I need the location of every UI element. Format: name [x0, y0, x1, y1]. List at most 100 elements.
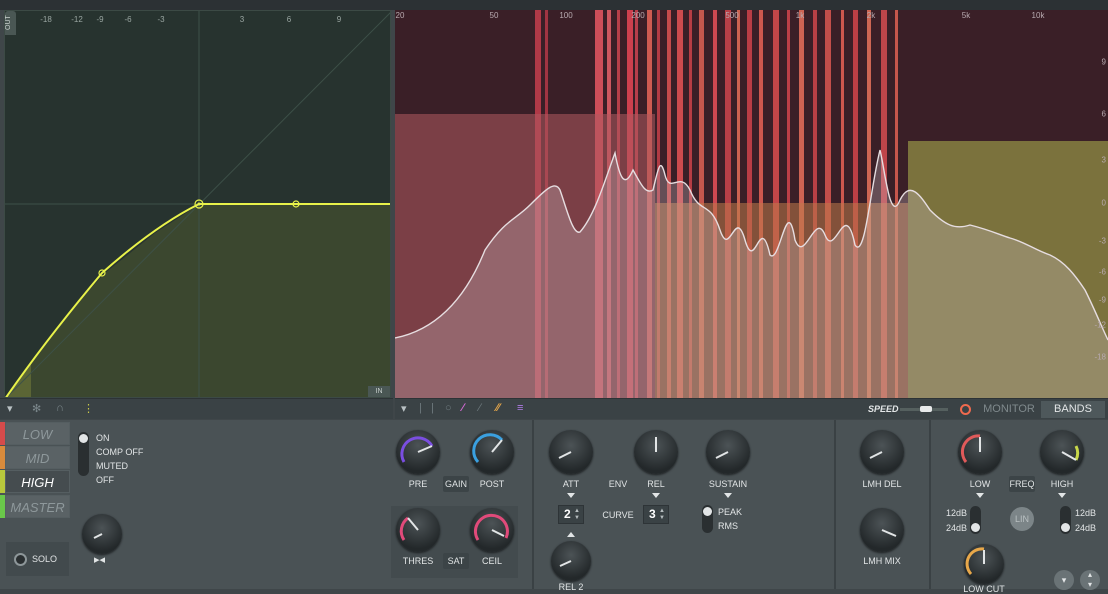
solo-label: SOLO: [32, 554, 58, 564]
speed-slider-thumb[interactable]: [920, 406, 932, 412]
thres-label: THRES: [402, 556, 434, 566]
thres-knob[interactable]: [396, 508, 440, 552]
rel-knob[interactable]: [634, 430, 678, 474]
freq-button[interactable]: FREQ: [1009, 476, 1035, 492]
curve-top-tick: 9: [336, 15, 342, 24]
bands-button[interactable]: BANDS: [1041, 401, 1105, 418]
peak-rms-switch[interactable]: [702, 505, 713, 533]
collapse-down-icon[interactable]: ▾: [1054, 570, 1074, 590]
slope-low-icon[interactable]: ∕: [462, 402, 464, 414]
crossover-low-knob[interactable]: [958, 430, 1002, 474]
band-mix-knob[interactable]: [82, 514, 122, 554]
in-tag: IN: [368, 386, 390, 397]
db-tick-right: 0: [1101, 198, 1106, 208]
crossover-high-dropdown-icon[interactable]: [1058, 493, 1066, 498]
spinner-arrows-icon[interactable]: ▲ ▼: [574, 508, 580, 522]
db-tick-right: -12: [1094, 320, 1106, 330]
band-high-button[interactable]: HIGH: [5, 470, 70, 493]
circle-icon[interactable]: ○: [445, 402, 452, 414]
att-knob[interactable]: [549, 430, 593, 474]
high-slope-12[interactable]: 12dB: [1075, 508, 1096, 518]
sustain-dropdown-icon[interactable]: [724, 493, 732, 498]
solo-area: SOLO: [6, 542, 69, 576]
low-cut-knob[interactable]: [964, 544, 1004, 584]
post-knob[interactable]: [470, 430, 514, 474]
curve-top-tick: -9: [96, 15, 104, 24]
lmh-mix-label: LMH MIX: [863, 556, 901, 566]
low-slope-12[interactable]: 12dB: [946, 508, 967, 518]
db-tick-right: 6: [1101, 109, 1106, 119]
curve-label: CURVE: [602, 510, 634, 520]
rel-curve-spinner[interactable]: 3 ▲ ▼: [643, 505, 669, 524]
band-master-button[interactable]: MASTER: [5, 495, 70, 518]
rel2-knob[interactable]: [551, 541, 591, 581]
high-slope-24[interactable]: 24dB: [1075, 523, 1096, 533]
mode-on[interactable]: ON: [96, 433, 110, 443]
freq-tick: 10k: [1031, 11, 1045, 20]
mode-muted[interactable]: MUTED: [96, 461, 128, 471]
snowflake-icon[interactable]: ✻: [32, 402, 41, 415]
att-dropdown-icon[interactable]: [567, 493, 575, 498]
magnet-icon[interactable]: ∩: [56, 402, 64, 414]
freq-tick: 5k: [961, 11, 971, 20]
divider-icon: |: [419, 402, 422, 414]
freq-tick: 500: [725, 11, 739, 20]
low-slope-switch[interactable]: [970, 506, 981, 534]
ceil-knob[interactable]: [470, 508, 514, 552]
env-label: ENV: [608, 479, 628, 489]
menu-arrow-icon[interactable]: ▾: [401, 402, 407, 415]
crossover-low-dropdown-icon[interactable]: [976, 493, 984, 498]
band-mid-button[interactable]: MID: [5, 446, 70, 469]
spectrum-toolbar: ▾ | | ○ ∕ ∕ ∕∕ ≡ SPEED MONITOR BANDS: [395, 398, 1108, 419]
rms-option[interactable]: RMS: [718, 521, 738, 531]
top-strip: [0, 0, 1108, 10]
low-slope-24[interactable]: 24dB: [946, 523, 967, 533]
freq-tick: 20: [395, 11, 405, 20]
slope-mid-icon[interactable]: ∕: [479, 402, 481, 414]
freq-tick: 100: [559, 11, 573, 20]
rel-curve-value: 3: [649, 507, 656, 521]
db-tick-right: -6: [1098, 267, 1106, 277]
band-mode-switch[interactable]: [78, 432, 89, 476]
scroll-updown-icon[interactable]: ▴ ▾: [1080, 570, 1100, 590]
freq-tick: 200: [631, 11, 645, 20]
link-icon[interactable]: ▸◂: [94, 553, 105, 566]
rel-dropdown-icon[interactable]: [652, 493, 660, 498]
monitor-button[interactable]: MONITOR: [977, 401, 1041, 418]
crossover-high-label: HIGH: [1050, 479, 1074, 489]
pre-knob[interactable]: [396, 430, 440, 474]
lmh-mix-knob[interactable]: [860, 508, 904, 552]
sustain-knob[interactable]: [706, 430, 750, 474]
rel2-up-icon[interactable]: [567, 532, 575, 537]
lmh-del-knob[interactable]: [860, 430, 904, 474]
mode-comp-off[interactable]: COMP OFF: [96, 447, 143, 457]
freq-tick: 2k: [866, 11, 876, 20]
lin-button[interactable]: LIN: [1010, 507, 1034, 531]
curve-top-tick: -3: [157, 15, 165, 24]
solo-led-icon[interactable]: [14, 553, 27, 566]
peak-option[interactable]: PEAK: [718, 507, 742, 517]
gain-button[interactable]: GAIN: [443, 476, 469, 492]
band-low-button[interactable]: LOW: [5, 422, 70, 445]
crossover-high-knob[interactable]: [1040, 430, 1084, 474]
curve-toolbar: ▾ ✻ ∩ ⋮: [0, 398, 393, 419]
curve-top-tick: 3: [239, 15, 245, 24]
mode-off[interactable]: OFF: [96, 475, 114, 485]
att-curve-spinner[interactable]: 2 ▲ ▼: [558, 505, 584, 524]
curve-top-tick: -12: [71, 15, 83, 24]
sat-button[interactable]: SAT: [443, 553, 469, 569]
spectrum-display[interactable]: 20 50 100 200 500 1k 2k 5k 10k 6 9 6 3 -…: [395, 10, 1108, 398]
meter-icon[interactable]: ⋮: [83, 402, 94, 415]
transfer-curve-panel[interactable]: OUT -18 -12 -9 -6 -3 3 6 9 IN: [4, 10, 391, 398]
curve-top-tick: -18: [40, 15, 52, 24]
record-icon[interactable]: [960, 404, 971, 415]
menu-arrow-icon[interactable]: ▾: [7, 402, 13, 415]
db-tick-right: -18: [1094, 352, 1106, 362]
spinner-arrows-icon[interactable]: ▲ ▼: [659, 508, 665, 522]
bands-lines-icon[interactable]: ≡: [517, 402, 523, 414]
slope-high-icon[interactable]: ∕∕: [496, 402, 500, 414]
curve-top-tick: -6: [124, 15, 132, 24]
curve-top-tick: 6: [286, 15, 292, 24]
high-slope-switch[interactable]: [1060, 506, 1071, 534]
freq-tick: 1k: [795, 11, 805, 20]
